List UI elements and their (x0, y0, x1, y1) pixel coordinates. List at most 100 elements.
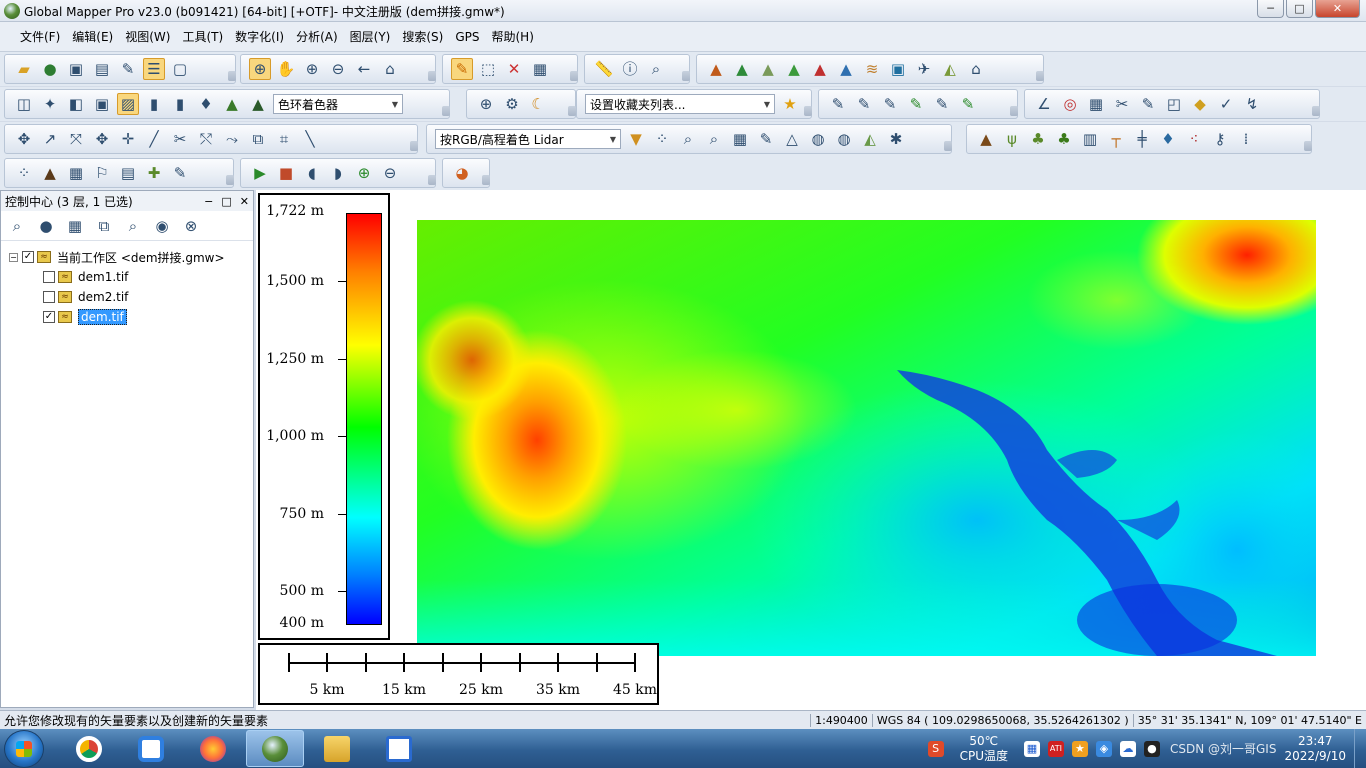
remove-frame-icon[interactable]: ⊖ (379, 162, 401, 184)
light-direction-icon[interactable]: ✦ (39, 93, 61, 115)
classify-icon[interactable]: ◍ (807, 128, 829, 150)
user-terrain-icon[interactable]: ⌂ (965, 58, 987, 80)
back-arrow-icon[interactable]: ← (353, 58, 375, 80)
lidar-edit-icon[interactable]: ✎ (755, 128, 777, 150)
menu-view[interactable]: 视图(W) (119, 28, 176, 45)
select-rectangle-icon[interactable]: ⬚ (477, 58, 499, 80)
eraser-icon[interactable]: ◰ (1163, 93, 1185, 115)
lidar-search-icon[interactable]: ⌕ (677, 128, 699, 150)
print-icon[interactable]: ▤ (91, 58, 113, 80)
taskbar-chrome[interactable] (60, 730, 118, 767)
favorite-star-icon[interactable]: ★ (779, 93, 801, 115)
taskbar-baidu[interactable] (122, 730, 180, 767)
measure-angle-icon[interactable]: ∠ (1033, 93, 1055, 115)
layer-remove-icon[interactable]: ⊗ (180, 215, 202, 237)
point-cloud-icon[interactable]: ⁘ (651, 128, 673, 150)
grid-icon[interactable]: ▦ (1085, 93, 1107, 115)
join-icon[interactable]: ⤲ (195, 128, 217, 150)
layer-table-icon[interactable]: ▦ (64, 215, 86, 237)
mountain-color-icon[interactable]: ▲ (247, 93, 269, 115)
menu-gps[interactable]: GPS (449, 30, 485, 44)
panel-pin-icon[interactable]: − (204, 195, 213, 208)
create-area-icon[interactable]: ✎ (905, 93, 927, 115)
lidar-query-icon[interactable]: ⌕ (703, 128, 725, 150)
raster-calc-icon[interactable]: ▣ (887, 58, 909, 80)
show-desktop-button[interactable] (1354, 729, 1366, 768)
mountain-shade-icon[interactable]: ▲ (221, 93, 243, 115)
swipe-icon[interactable]: ◧ (65, 93, 87, 115)
shading-icon[interactable]: ▨ (117, 93, 139, 115)
layer-zoom-icon[interactable]: ⌕ (122, 215, 144, 237)
watershed-icon[interactable]: ▲ (809, 58, 831, 80)
layers-icon[interactable]: ☰ (143, 58, 165, 80)
qq-icon[interactable]: ● (1143, 740, 1160, 757)
check-icon[interactable]: ✓ (1215, 93, 1237, 115)
split-view-icon[interactable]: ◫ (13, 93, 35, 115)
puzzle-icon[interactable]: ✚ (143, 162, 165, 184)
pie-globe-icon[interactable]: ◕ (451, 162, 473, 184)
ruler-line-icon[interactable]: ╲ (299, 128, 321, 150)
info-icon[interactable]: ⓘ (619, 58, 641, 80)
target-icon[interactable]: ◎ (1059, 93, 1081, 115)
chart-icon[interactable]: ▤ (117, 162, 139, 184)
cloud-tray-icon[interactable]: ☁ (1119, 740, 1136, 757)
cluster-icon[interactable]: ◍ (833, 128, 855, 150)
terrain-profile-icon[interactable]: ▲ (705, 58, 727, 80)
blocks-icon[interactable]: ▦ (65, 162, 87, 184)
contour-icon[interactable]: ▲ (835, 58, 857, 80)
ruler-icon[interactable]: 📏 (593, 58, 615, 80)
add-frame-icon[interactable]: ⊕ (353, 162, 375, 184)
view-3d-icon[interactable]: ▣ (91, 93, 113, 115)
reshape-icon[interactable]: ↯ (1241, 93, 1263, 115)
settings-gear-icon[interactable]: ⚙ (501, 93, 523, 115)
layer-options-icon[interactable]: ● (35, 215, 57, 237)
shapes-icon[interactable]: ◆ (1189, 93, 1211, 115)
save-icon[interactable]: ▣ (65, 58, 87, 80)
line-snap-icon[interactable]: ╱ (143, 128, 165, 150)
elevation-icon[interactable]: ◭ (939, 58, 961, 80)
ground-icon[interactable]: ▲ (975, 128, 997, 150)
wrench-icon[interactable]: ✎ (117, 58, 139, 80)
edit-vertex-icon[interactable]: ✎ (931, 93, 953, 115)
layer-checkbox[interactable] (43, 291, 55, 303)
zoom-in-icon[interactable]: ⊕ (301, 58, 323, 80)
add-vertex-icon[interactable]: ✛ (117, 128, 139, 150)
menu-analysis[interactable]: 分析(A) (290, 28, 344, 45)
crop-icon[interactable]: ⌗ (273, 128, 295, 150)
noise-points-icon[interactable]: ⁖ (1183, 128, 1205, 150)
menu-layer[interactable]: 图层(Y) (344, 28, 397, 45)
pencil-edit-icon[interactable]: ✎ (451, 58, 473, 80)
triangle-icon[interactable]: △ (781, 128, 803, 150)
low-vegetation-icon[interactable]: ψ (1001, 128, 1023, 150)
menu-edit[interactable]: 编辑(E) (66, 28, 119, 45)
taskbar-explorer[interactable] (308, 730, 366, 767)
zoom-select-icon[interactable]: ⊕ (249, 58, 271, 80)
water-level-icon[interactable]: ▮ (143, 93, 165, 115)
viewshed-icon[interactable]: ▲ (783, 58, 805, 80)
tower-icon[interactable]: ╪ (1131, 128, 1153, 150)
taskbar-global-mapper[interactable] (246, 730, 304, 767)
layer-checkbox[interactable]: ✓ (43, 311, 55, 323)
taskbar-firefox[interactable] (184, 730, 242, 767)
create-curve-icon[interactable]: ✎ (879, 93, 901, 115)
create-line-icon[interactable]: ✎ (827, 93, 849, 115)
windows-grid-icon[interactable]: ▦ (1023, 740, 1040, 757)
building-icon[interactable]: ▥ (1079, 128, 1101, 150)
scatter-icon[interactable]: ⁘ (13, 162, 35, 184)
maximize-button[interactable]: □ (1286, 0, 1313, 18)
vegetation-icon[interactable]: ◭ (859, 128, 881, 150)
start-button[interactable] (4, 730, 44, 768)
minimize-button[interactable]: ─ (1257, 0, 1284, 18)
cut-icon[interactable]: ✂ (1111, 93, 1133, 115)
panel-close-icon[interactable]: ✕ (240, 195, 249, 208)
layer-item-selected[interactable]: ✓ ≈ dem.tif (1, 307, 253, 327)
online-globe-icon[interactable]: ⊕ (475, 93, 497, 115)
move-icon[interactable]: ✥ (13, 128, 35, 150)
lidar-dropdown[interactable]: 按RGB/高程着色 Lidar ▼ (435, 129, 621, 149)
shader-dropdown[interactable]: 色环着色器 ▼ (273, 94, 403, 114)
water-icon[interactable]: ♦ (1157, 128, 1179, 150)
select-all-icon[interactable]: ▦ (529, 58, 551, 80)
merge-icon[interactable]: ⤳ (221, 128, 243, 150)
clock[interactable]: 23:47 2022/9/10 (1284, 734, 1346, 764)
ati-icon[interactable]: ATI (1047, 740, 1064, 757)
